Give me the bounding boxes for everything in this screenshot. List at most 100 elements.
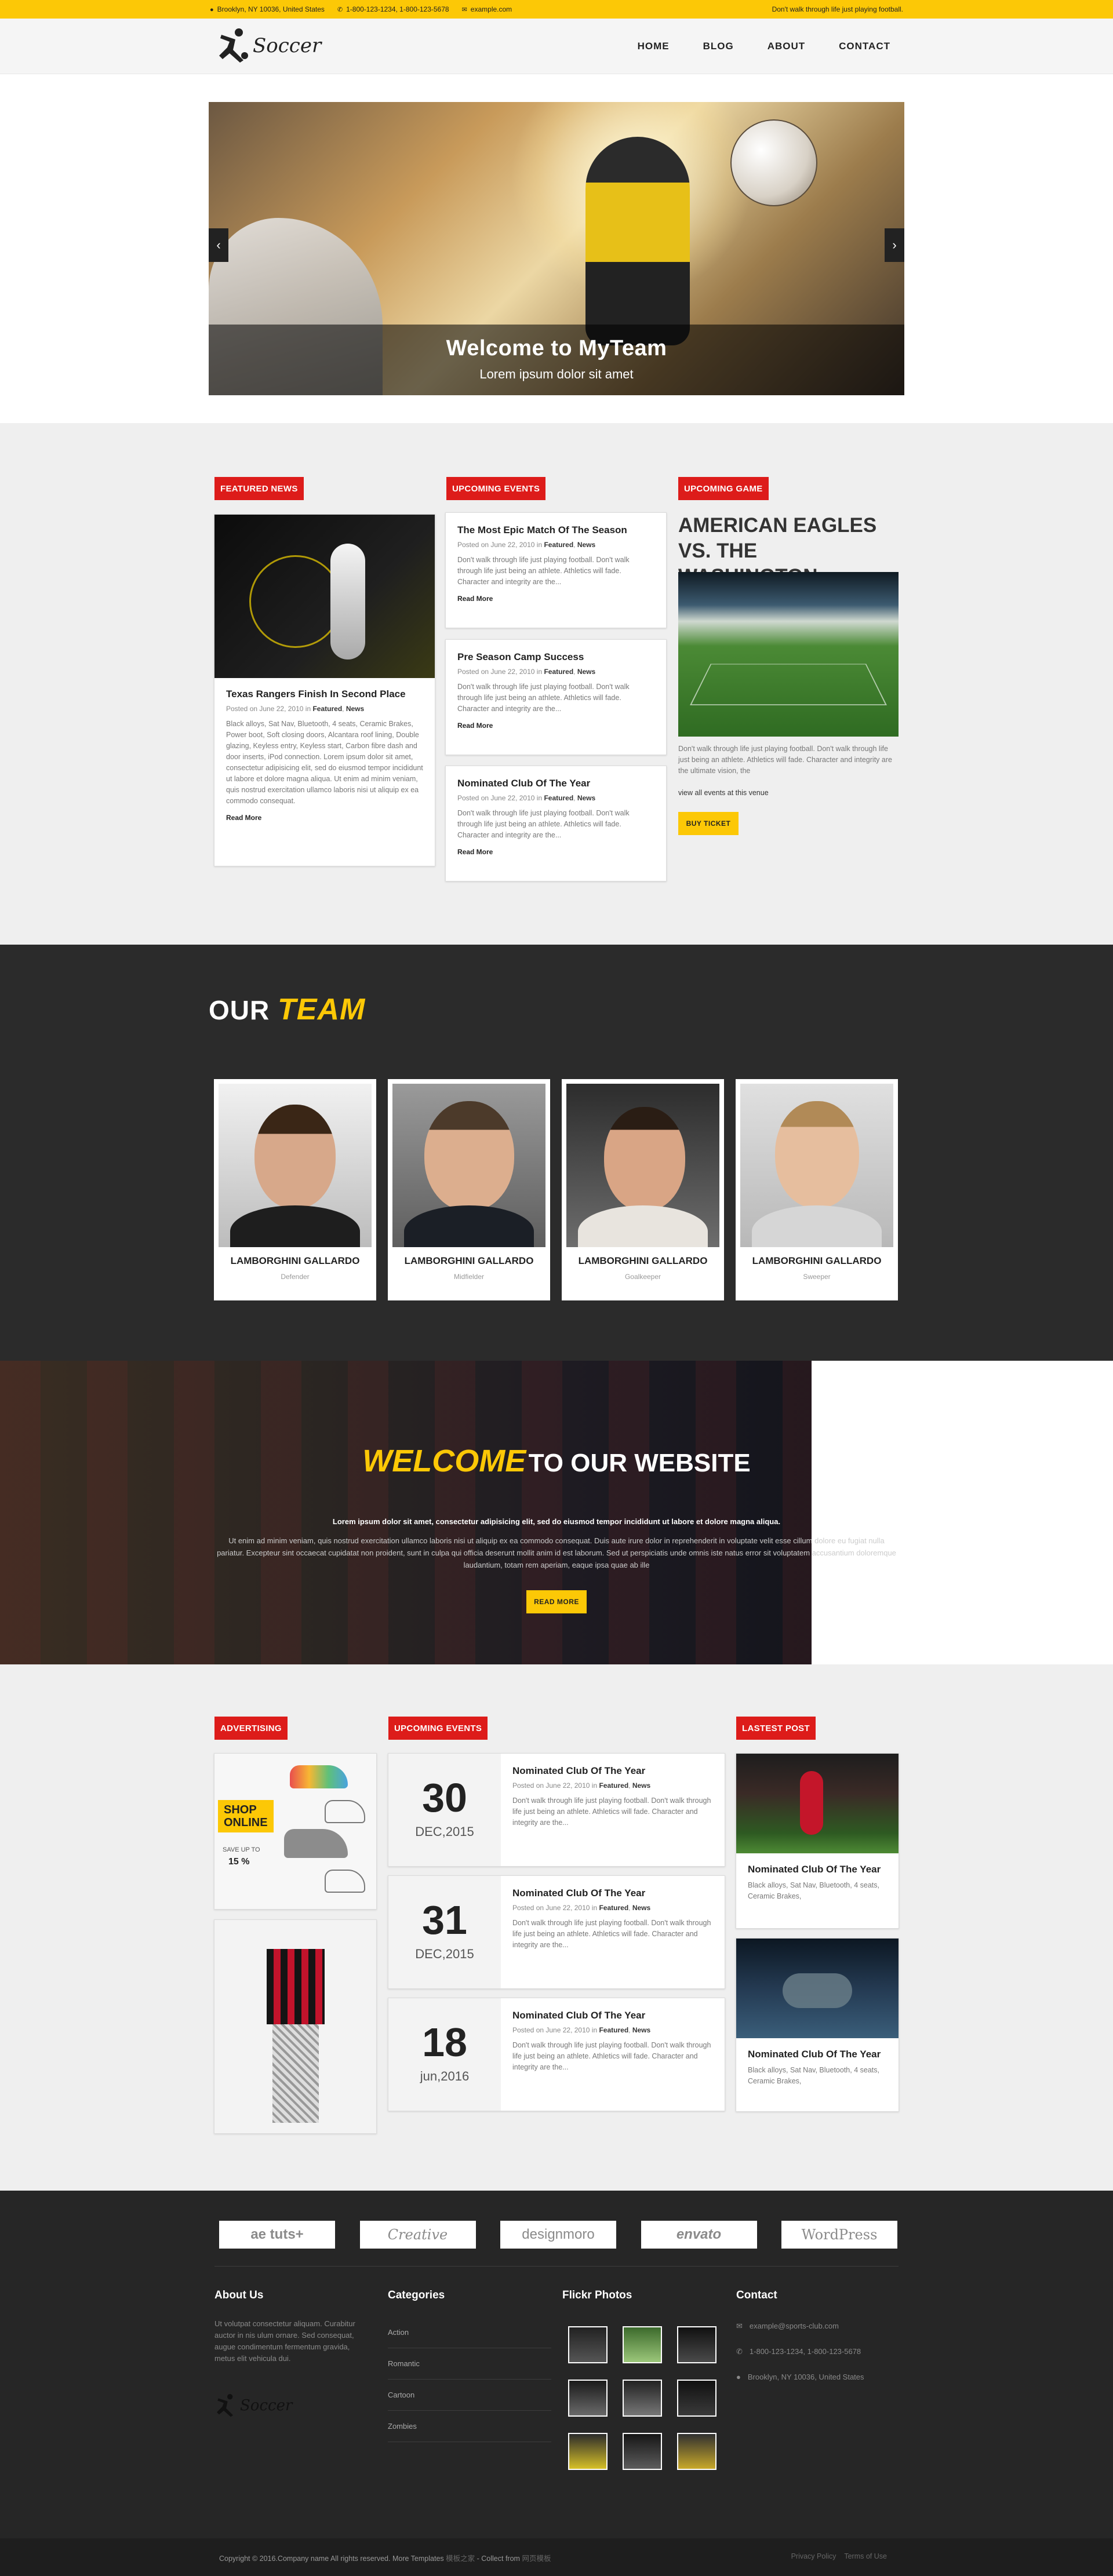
event-title[interactable]: Nominated Club Of The Year	[512, 2010, 713, 2021]
player-image	[585, 137, 690, 345]
legal-links: Privacy Policy Terms of Use	[791, 2552, 887, 2560]
category-link[interactable]: Romantic	[388, 2348, 551, 2380]
slider-next-arrow-icon[interactable]: ›	[885, 228, 904, 262]
bottom-bar	[0, 2538, 1113, 2576]
contact-email[interactable]: example@sports-club.com	[750, 2320, 839, 2332]
featured-news-excerpt: Black alloys, Sat Nav, Bluetooth, 4 seat…	[226, 720, 423, 805]
advertising-label: ADVERTISING	[214, 1717, 288, 1740]
flickr-thumb[interactable]	[568, 2380, 608, 2417]
read-more-link[interactable]: Read More	[457, 595, 654, 603]
welcome-section	[0, 1361, 812, 1664]
event-title[interactable]: Pre Season Camp Success	[457, 651, 654, 663]
flickr-thumb[interactable]	[677, 2326, 716, 2363]
flickr-thumb[interactable]	[623, 2326, 662, 2363]
nav-about[interactable]: ABOUT	[768, 41, 805, 52]
team-member-card[interactable]: LAMBORGHINI GALLARDO Midfielder	[388, 1079, 550, 1300]
event-title[interactable]: Nominated Club Of The Year	[457, 778, 654, 789]
sneaker-sketch-image	[325, 1800, 365, 1823]
footer-divider	[214, 2266, 899, 2267]
partner-logo[interactable]: designmoro	[500, 2221, 616, 2249]
flickr-thumb[interactable]	[677, 2433, 716, 2470]
footer-categories-title: Categories	[388, 2289, 445, 2301]
nav-blog[interactable]: BLOG	[703, 41, 734, 52]
team-member-card[interactable]: LAMBORGHINI GALLARDO Sweeper	[736, 1079, 898, 1300]
flickr-thumb[interactable]	[568, 2433, 608, 2470]
buy-ticket-button[interactable]: BUY TICKET	[678, 812, 739, 835]
member-photo	[566, 1084, 719, 1247]
member-role: Midfielder	[453, 1273, 485, 1281]
featured-news-image	[214, 515, 435, 678]
partner-logos: ae tuts+ Creative designmoro envato Word…	[219, 2221, 897, 2249]
featured-news-title[interactable]: Texas Rangers Finish In Second Place	[226, 688, 423, 700]
slider-title: Welcome to MyTeam	[446, 336, 667, 360]
latest-post-title[interactable]: Nominated Club Of The Year	[748, 2049, 887, 2060]
team-heading: OUR TEAM	[209, 993, 366, 1026]
soccer-player-logo-icon	[217, 2394, 233, 2417]
privacy-link[interactable]: Privacy Policy	[791, 2552, 836, 2560]
read-more-link[interactable]: Read More	[457, 722, 654, 730]
footer-about-text: Ut volutpat consectetur aliquam. Curabit…	[214, 2319, 355, 2363]
event-title[interactable]: The Most Epic Match Of The Season	[457, 524, 654, 536]
partner-logo[interactable]: envato	[641, 2221, 757, 2249]
topbar-phones: 1-800-123-1234, 1-800-123-5678	[346, 5, 449, 13]
topbar-address: Brooklyn, NY 10036, United States	[217, 5, 325, 13]
map-pin-icon: ●	[210, 6, 214, 13]
phone-icon: ✆	[337, 6, 343, 13]
flickr-thumb[interactable]	[623, 2380, 662, 2417]
member-photo	[219, 1084, 372, 1247]
flickr-thumb[interactable]	[677, 2380, 716, 2417]
event-item: 18 jun,2016 Nominated Club Of The Year P…	[388, 1998, 725, 2111]
slider-prev-arrow-icon[interactable]: ‹	[209, 228, 228, 262]
map-pin-icon: ●	[736, 2373, 741, 2381]
member-role: Defender	[281, 1273, 310, 1281]
read-more-link[interactable]: Read More	[226, 814, 423, 822]
nav-home[interactable]: HOME	[638, 41, 670, 52]
slider-subtitle: Lorem ipsum dolor sit amet	[479, 367, 634, 381]
latest-post-card[interactable]: Nominated Club Of The Year Black alloys,…	[736, 1753, 899, 1929]
hero-slider: Welcome to MyTeam Lorem ipsum dolor sit …	[209, 102, 904, 395]
event-date: 30 DEC,2015	[388, 1754, 501, 1866]
logo[interactable]: Soccer	[216, 25, 321, 66]
partner-logo[interactable]: Creative	[359, 2221, 476, 2249]
nav-contact[interactable]: CONTACT	[839, 41, 890, 52]
top-bar: ● Brooklyn, NY 10036, United States ✆ 1-80…	[0, 0, 1113, 19]
read-more-button[interactable]: READ MORE	[526, 1590, 587, 1613]
stadium-image	[678, 572, 899, 737]
footer-logo[interactable]: Soccer	[214, 2392, 292, 2419]
category-link[interactable]: Cartoon	[388, 2380, 551, 2411]
event-item: 31 DEC,2015 Nominated Club Of The Year P…	[388, 1875, 725, 1989]
footer-about-title: About Us	[214, 2289, 264, 2301]
member-photo	[740, 1084, 893, 1247]
envelope-icon: ✉	[736, 2322, 743, 2330]
contact-address: Brooklyn, NY 10036, United States	[747, 2373, 864, 2381]
event-date: 18 jun,2016	[388, 1998, 501, 2111]
flickr-thumb[interactable]	[568, 2326, 608, 2363]
event-card: Nominated Club Of The Year Posted on Jun…	[445, 766, 667, 881]
jersey-ad-banner[interactable]	[214, 1919, 377, 2134]
topbar-email[interactable]: example.com	[471, 5, 512, 13]
event-title[interactable]: Nominated Club Of The Year	[512, 1888, 713, 1899]
jersey-image	[267, 1949, 325, 2024]
team-member-card[interactable]: LAMBORGHINI GALLARDO Goalkeeper	[562, 1079, 724, 1300]
view-events-link[interactable]: view all events at this venue	[678, 789, 769, 797]
terms-link[interactable]: Terms of Use	[844, 2552, 887, 2560]
upcoming-events-label: UPCOMING EVENTS	[446, 477, 546, 500]
shop-online-banner[interactable]: SHOP ONLINE SAVE UP TO 15 %	[214, 1753, 377, 1910]
welcome-heading: WELCOME TO OUR WEBSITE	[362, 1444, 751, 1478]
read-more-link[interactable]: Read More	[457, 848, 654, 856]
event-title[interactable]: Nominated Club Of The Year	[512, 1765, 713, 1777]
event-card: The Most Epic Match Of The Season Posted…	[445, 512, 667, 628]
envelope-icon: ✉	[461, 6, 467, 13]
flickr-thumb[interactable]	[623, 2433, 662, 2470]
category-link[interactable]: Zombies	[388, 2411, 551, 2442]
latest-post-label: LASTEST POST	[736, 1717, 816, 1740]
category-link[interactable]: Action	[388, 2317, 551, 2348]
latest-post-card[interactable]: Nominated Club Of The Year Black alloys,…	[736, 1938, 899, 2112]
upcoming-game-label: UPCOMING GAME	[678, 477, 769, 500]
team-member-card[interactable]: LAMBORGHINI GALLARDO Defender	[214, 1079, 376, 1300]
site-header: Soccer HOME BLOG ABOUT CONTACT	[0, 19, 1113, 74]
partner-logo[interactable]: WordPress	[781, 2221, 897, 2249]
latest-post-title[interactable]: Nominated Club Of The Year	[748, 1864, 887, 1875]
soccer-ball-image	[730, 119, 817, 206]
partner-logo[interactable]: ae tuts+	[219, 2221, 335, 2249]
